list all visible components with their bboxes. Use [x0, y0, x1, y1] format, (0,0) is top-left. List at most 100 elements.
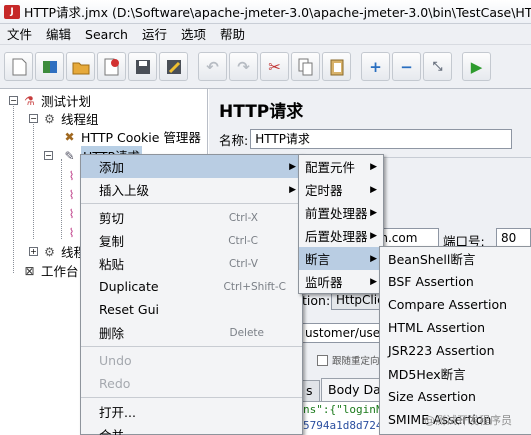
assertion-jsr223[interactable]: JSR223 Assertion	[380, 339, 531, 362]
assertion-md5hex[interactable]: MD5Hex断言	[380, 362, 531, 385]
tree-node-test-plan[interactable]: ⚗ 测试计划	[22, 91, 91, 110]
redirect-label: 跟随重定向	[332, 356, 380, 367]
graph-icon: ⌇	[68, 168, 75, 183]
menu-run[interactable]: 运行	[135, 24, 174, 45]
graph-icon: ⌇	[68, 206, 75, 221]
menu-item-reset-gui[interactable]: Reset Gui	[81, 298, 302, 321]
paste-icon[interactable]	[322, 52, 351, 81]
assertion-beanshell[interactable]: BeanShell断言	[380, 247, 531, 270]
menu-divider	[81, 346, 302, 347]
menu-item-insert-parent[interactable]: 插入上级 ▶	[81, 178, 302, 201]
save-as-icon[interactable]	[159, 52, 188, 81]
submenu-arrow-icon: ▶	[289, 161, 296, 172]
copy-icon[interactable]	[291, 52, 320, 81]
shortcut: Ctrl-V	[228, 257, 258, 270]
templates-icon[interactable]	[35, 52, 64, 81]
name-row: 名称: HTTP请求	[219, 127, 531, 151]
tree-label: 线程组	[61, 112, 99, 127]
add-submenu: 配置元件 ▶ 定时器 ▶ 前置处理器 ▶ 后置处理器 ▶ 断言 ▶ 监听器 ▶	[298, 154, 384, 294]
submenu-arrow-icon: ▶	[370, 276, 377, 287]
watermark: @测试开发程序员	[424, 414, 512, 427]
menu-item-open[interactable]: 打开...	[81, 400, 302, 423]
gear-icon: ⚙	[44, 244, 55, 259]
submenu-arrow-icon: ▶	[370, 207, 377, 218]
collapse-icon[interactable]: −	[392, 52, 421, 81]
menu-item-cut[interactable]: 剪切 Ctrl-X	[81, 206, 302, 229]
tree-label: 测试计划	[41, 94, 92, 109]
menu-item-add[interactable]: 添加 ▶	[81, 155, 302, 178]
submenu-arrow-icon: ▶	[370, 161, 377, 172]
submenu-item-timer[interactable]: 定时器 ▶	[299, 178, 383, 201]
checkbox[interactable]	[317, 354, 328, 366]
open-icon[interactable]	[66, 52, 95, 81]
menu-help[interactable]: 帮助	[213, 24, 252, 45]
expand-icon[interactable]: +	[361, 52, 390, 81]
panel-title: HTTP请求	[219, 102, 304, 122]
assertion-submenu: BeanShell断言 BSF Assertion Compare Assert…	[379, 246, 531, 435]
menu-item-delete[interactable]: 删除 Delete	[81, 321, 302, 344]
window-title: HTTP请求.jmx (D:\Software\apache-jmeter-3.…	[24, 5, 531, 20]
menu-item-copy[interactable]: 复制 Ctrl-C	[81, 229, 302, 252]
tree-node-thread-group[interactable]: ⚙ 线程组	[42, 109, 99, 128]
submenu-item-post-processor[interactable]: 后置处理器 ▶	[299, 224, 383, 247]
menu-bar: 文件 编辑 Search 运行 选项 帮助	[0, 24, 531, 45]
tree-node-cookie-manager[interactable]: ✖ HTTP Cookie 管理器	[62, 127, 201, 146]
assertion-compare[interactable]: Compare Assertion	[380, 293, 531, 316]
tools-icon: ✖	[64, 129, 75, 144]
menu-search[interactable]: Search	[78, 24, 135, 45]
tree-label: 工作台	[41, 264, 79, 279]
menu-divider	[81, 397, 302, 398]
menu-item-merge[interactable]: 合并	[81, 423, 302, 435]
path-field[interactable]: ustomer/userl	[301, 323, 391, 343]
shortcut: Ctrl-X	[228, 211, 258, 224]
submenu-item-listener[interactable]: 监听器 ▶	[299, 270, 383, 293]
submenu-item-pre-processor[interactable]: 前置处理器 ▶	[299, 201, 383, 224]
submenu-arrow-icon: ▶	[370, 184, 377, 195]
menu-item-redo[interactable]: Redo	[81, 372, 302, 395]
expander-thread-group[interactable]: −	[29, 114, 38, 123]
pipette-icon: ✎	[64, 148, 75, 163]
expander-thread-group-2[interactable]: +	[29, 247, 38, 256]
test-plan-icon: ⚗	[24, 93, 35, 108]
submenu-item-assertion[interactable]: 断言 ▶	[299, 247, 383, 270]
graph-icon: ⌇	[68, 187, 75, 202]
graph-icon: ⌇	[68, 225, 75, 240]
menu-item-paste[interactable]: 粘贴 Ctrl-V	[81, 252, 302, 275]
tab-parameters[interactable]: s	[301, 380, 320, 401]
assertion-bsf[interactable]: BSF Assertion	[380, 270, 531, 293]
expander-http-request[interactable]: −	[44, 151, 53, 160]
submenu-item-config-element[interactable]: 配置元件 ▶	[299, 155, 383, 178]
toggle-icon[interactable]: ⤡	[423, 52, 452, 81]
cut-icon[interactable]: ✂	[260, 52, 289, 81]
shortcut: Ctrl+Shift-C	[223, 280, 286, 293]
tree-label: HTTP Cookie 管理器	[81, 130, 201, 145]
submenu-arrow-icon: ▶	[289, 184, 296, 195]
redo-icon[interactable]: ↷	[229, 52, 258, 81]
menu-item-duplicate[interactable]: Duplicate Ctrl+Shift-C	[81, 275, 302, 298]
method-label: tion:	[302, 293, 331, 308]
jmeter-app-icon: J	[4, 4, 20, 19]
gear-icon: ⚙	[44, 111, 55, 126]
workbench-icon: ⊠	[24, 263, 35, 278]
redirect-checkbox-row[interactable]: 跟随重定向	[317, 353, 380, 367]
name-label: 名称:	[219, 132, 249, 148]
undo-icon[interactable]: ↶	[198, 52, 227, 81]
menu-item-undo[interactable]: Undo	[81, 349, 302, 372]
tree-node-workbench[interactable]: ⊠ 工作台	[22, 261, 79, 280]
shortcut: Ctrl-C	[228, 234, 258, 247]
assertion-html[interactable]: HTML Assertion	[380, 316, 531, 339]
toolbar: ↶ ↷ ✂ + − ⤡ ▶	[0, 45, 531, 89]
start-icon[interactable]: ▶	[462, 52, 491, 81]
menu-edit[interactable]: 编辑	[39, 24, 78, 45]
save-icon[interactable]	[128, 52, 157, 81]
menu-options[interactable]: 选项	[174, 24, 213, 45]
close-icon[interactable]	[97, 52, 126, 81]
assertion-size[interactable]: Size Assertion	[380, 385, 531, 408]
new-icon[interactable]	[4, 52, 33, 81]
name-field[interactable]: HTTP请求	[250, 129, 513, 149]
port-field[interactable]: 80	[496, 228, 531, 248]
menu-file[interactable]: 文件	[0, 24, 39, 45]
submenu-arrow-icon: ▶	[370, 253, 377, 264]
expander-test-plan[interactable]: −	[9, 96, 18, 105]
context-menu: 添加 ▶ 插入上级 ▶ 剪切 Ctrl-X 复制 Ctrl-C 粘贴 Ctrl-V Dup…	[80, 154, 303, 435]
